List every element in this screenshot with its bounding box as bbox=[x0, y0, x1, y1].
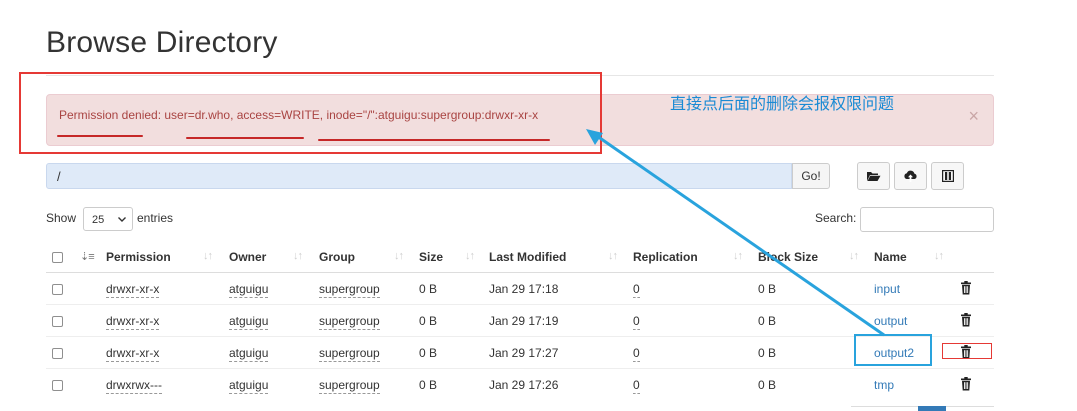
annotation-arrow bbox=[586, 129, 885, 337]
